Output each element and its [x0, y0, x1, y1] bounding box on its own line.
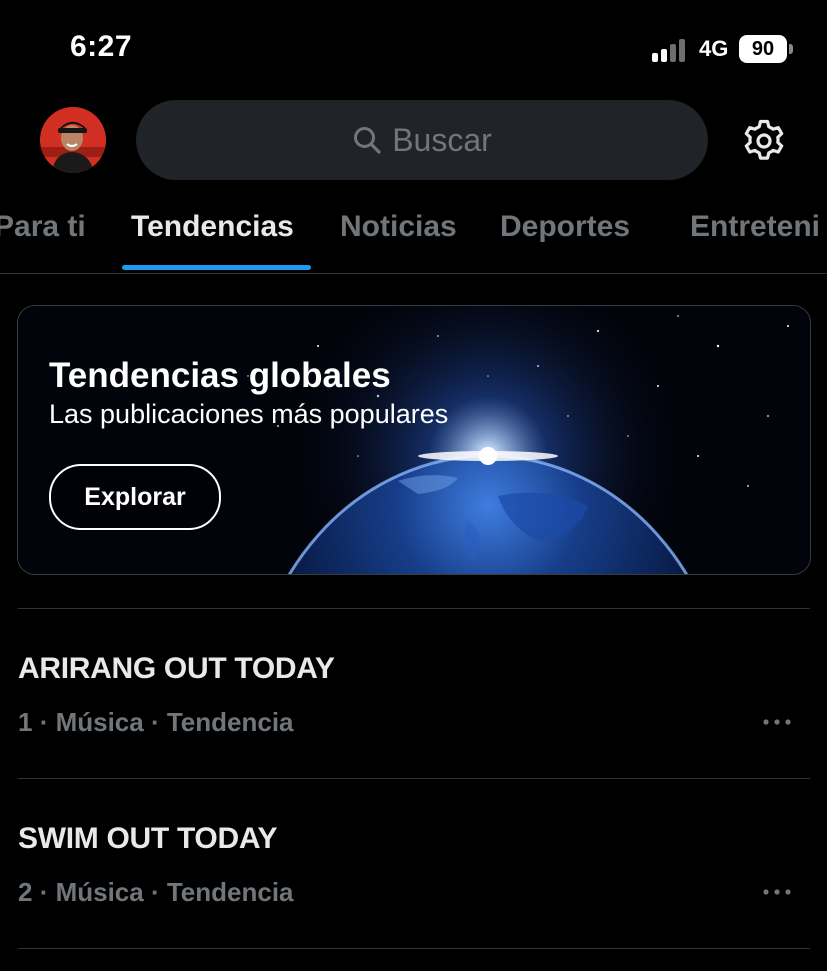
- trend-meta: 2 · Música · Tendencia: [18, 877, 294, 908]
- explore-button[interactable]: Explorar: [49, 464, 221, 530]
- status-time: 6:27: [70, 30, 133, 63]
- trend-label: Tendencia: [166, 877, 294, 907]
- banner-title: Tendencias globales: [49, 356, 391, 395]
- trend-meta: 1 · Música · Tendencia: [18, 707, 294, 738]
- status-bar: 6:27 4G 90: [0, 0, 827, 100]
- separator-dot: ·: [143, 707, 167, 737]
- trend-title: SWIM OUT TODAY: [18, 822, 278, 855]
- tab-para-ti[interactable]: Para ti: [0, 210, 86, 244]
- tab-noticias[interactable]: Noticias: [340, 210, 457, 244]
- banner-subtitle: Las publicaciones más populares: [49, 399, 449, 429]
- battery-cap: [789, 44, 793, 54]
- network-label: 4G: [699, 36, 729, 61]
- earth-image: [18, 306, 810, 574]
- trend-label: Tendencia: [166, 707, 294, 737]
- signal-icon: [652, 38, 692, 62]
- tab-tendencias[interactable]: Tendencias: [131, 210, 294, 244]
- search-icon: [354, 127, 381, 154]
- separator-dot: ·: [32, 707, 56, 737]
- trend-item[interactable]: SWIM OUT TODAY 2 · Música · Tendencia: [18, 778, 810, 949]
- global-trends-banner[interactable]: Tendencias globales Las publicaciones má…: [17, 305, 811, 575]
- tab-bar: Para ti Tendencias Noticias Deportes Ent…: [0, 195, 827, 274]
- trend-category: Música: [55, 877, 144, 907]
- avatar[interactable]: [40, 107, 106, 173]
- more-dots-icon[interactable]: [762, 717, 792, 727]
- avatar-image: [40, 107, 106, 173]
- trend-rank: 2: [18, 877, 33, 907]
- battery-icon: 90: [739, 35, 787, 63]
- tab-deportes[interactable]: Deportes: [500, 210, 630, 244]
- search-input[interactable]: Buscar: [136, 100, 708, 180]
- trend-item[interactable]: ARIRANG OUT TODAY 1 · Música · Tendencia: [18, 608, 810, 779]
- gear-icon[interactable]: [741, 118, 787, 164]
- trend-rank: 1: [18, 707, 33, 737]
- more-dots-icon[interactable]: [762, 887, 792, 897]
- active-tab-indicator: [122, 265, 311, 270]
- separator-dot: ·: [143, 877, 167, 907]
- divider: [18, 948, 810, 949]
- trend-category: Música: [55, 707, 144, 737]
- separator-dot: ·: [32, 877, 56, 907]
- tab-entretenimiento[interactable]: Entreteni: [690, 210, 820, 244]
- search-placeholder: Buscar: [392, 121, 492, 158]
- trend-title: ARIRANG OUT TODAY: [18, 652, 335, 685]
